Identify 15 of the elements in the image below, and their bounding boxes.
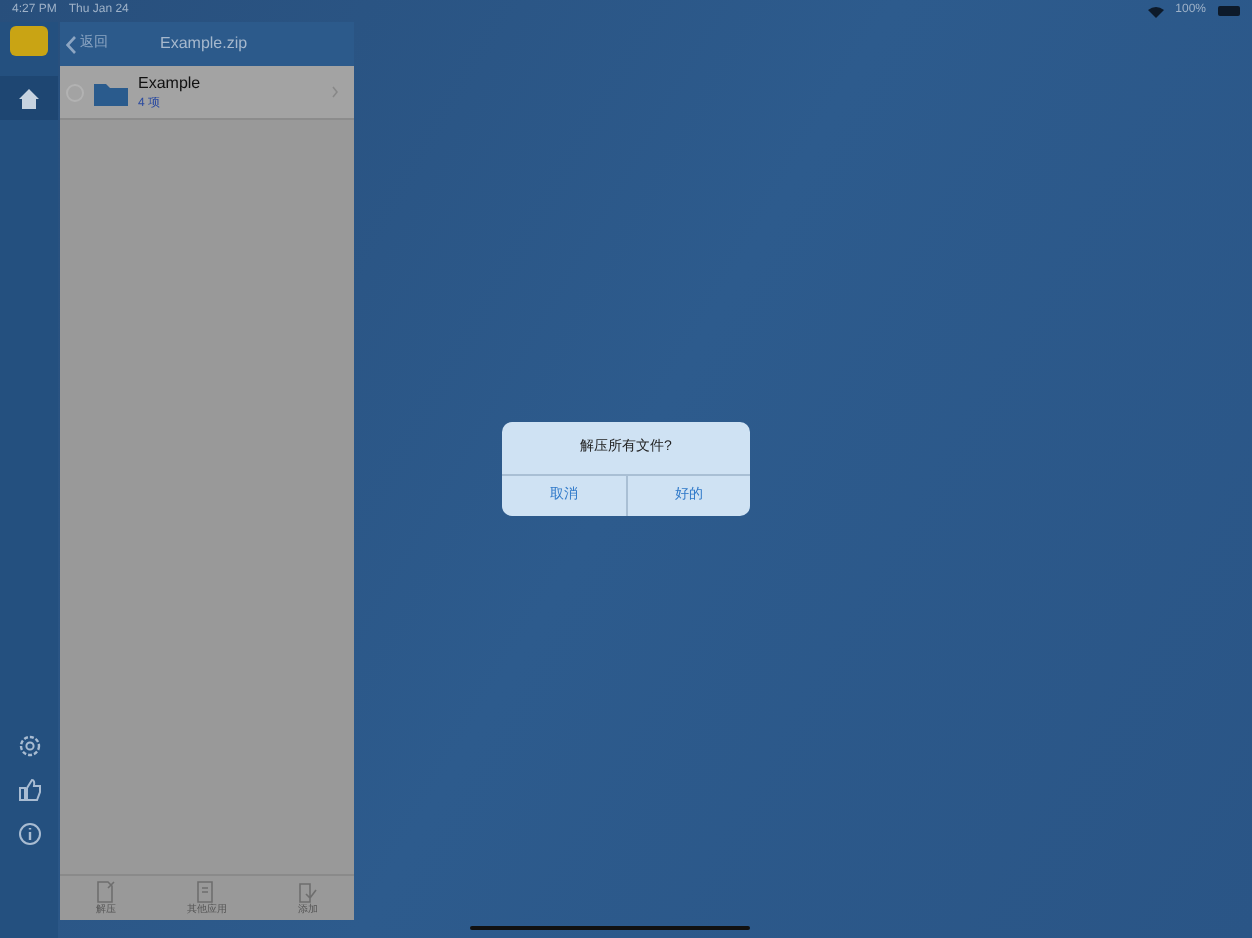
settings-icon[interactable] bbox=[17, 734, 41, 758]
navigation-title: Example.zip bbox=[160, 32, 248, 56]
chevron-left-icon bbox=[66, 35, 76, 53]
folder-name: Example bbox=[138, 71, 203, 95]
wifi-icon bbox=[1147, 5, 1164, 17]
document-icon bbox=[196, 879, 217, 903]
app-logo-icon[interactable] bbox=[10, 26, 48, 56]
home-icon bbox=[18, 87, 40, 109]
folder-icon bbox=[94, 79, 128, 105]
info-icon[interactable] bbox=[17, 822, 41, 846]
document-icon bbox=[298, 879, 319, 903]
home-tab[interactable] bbox=[0, 76, 58, 120]
battery-icon bbox=[1218, 6, 1240, 16]
thumbs-up-icon[interactable] bbox=[17, 778, 41, 802]
document-icon bbox=[95, 879, 116, 903]
